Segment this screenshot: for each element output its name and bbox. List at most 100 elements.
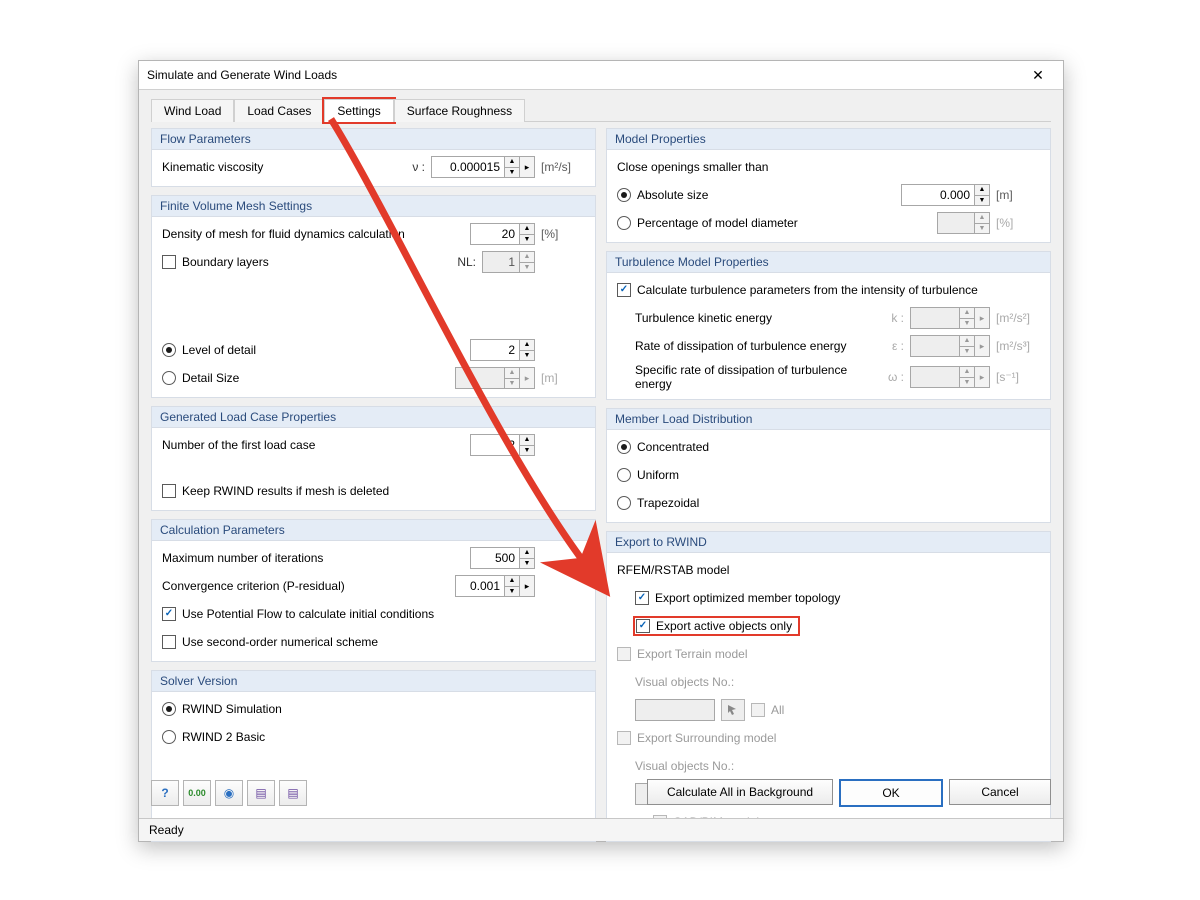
ok-button[interactable]: OK bbox=[839, 779, 943, 807]
spin-up-icon[interactable]: ▲ bbox=[520, 224, 534, 235]
units-icon: 0.00 bbox=[188, 788, 206, 798]
potential-flow-checkbox[interactable]: Use Potential Flow to calculate initial … bbox=[162, 607, 434, 621]
group-calculation-parameters: Calculation Parameters Maximum number of… bbox=[151, 519, 596, 662]
config-button-2[interactable]: ▤ bbox=[279, 780, 307, 806]
spin-up-icon[interactable]: ▲ bbox=[520, 435, 534, 446]
calc-turbulence-from-intensity-checkbox[interactable]: Calculate turbulence parameters from the… bbox=[617, 283, 978, 297]
solver-rwind-sim-label: RWIND Simulation bbox=[182, 702, 282, 716]
more-icon: ▸ bbox=[974, 367, 989, 387]
mesh-density-field[interactable] bbox=[471, 224, 519, 244]
solver-rwind-2-basic-radio[interactable]: RWIND 2 Basic bbox=[162, 730, 265, 744]
mld-uniform-radio[interactable]: Uniform bbox=[617, 468, 679, 482]
spin-up-icon[interactable]: ▲ bbox=[520, 548, 534, 559]
spin-down-icon[interactable]: ▼ bbox=[520, 235, 534, 245]
turb-eps-label: Rate of dissipation of turbulence energy bbox=[635, 339, 872, 353]
level-of-detail-field[interactable] bbox=[471, 340, 519, 360]
cancel-button[interactable]: Cancel bbox=[949, 779, 1051, 805]
kinematic-viscosity-input[interactable]: ▲▼ ▸ bbox=[431, 156, 535, 178]
tab-settings[interactable]: Settings bbox=[324, 99, 393, 122]
percentage-diameter-radio[interactable]: Percentage of model diameter bbox=[617, 216, 798, 230]
more-icon[interactable]: ▸ bbox=[519, 157, 534, 177]
k-unit: [m²/s²] bbox=[996, 311, 1040, 325]
spin-up-icon[interactable]: ▲ bbox=[975, 185, 989, 196]
group-header: Model Properties bbox=[607, 129, 1050, 150]
spin-down-icon[interactable]: ▼ bbox=[505, 587, 519, 597]
export-optimized-topology-checkbox[interactable]: Export optimized member topology bbox=[635, 591, 840, 605]
nl-field bbox=[483, 252, 519, 272]
export-active-objects-only-checkbox[interactable]: Export active objects only bbox=[635, 618, 798, 634]
spin-down-icon[interactable]: ▼ bbox=[505, 168, 519, 178]
level-of-detail-input[interactable]: ▲▼ bbox=[470, 339, 535, 361]
mld-concentrated-radio[interactable]: Concentrated bbox=[617, 440, 709, 454]
level-of-detail-radio[interactable]: Level of detail bbox=[162, 343, 256, 357]
more-icon[interactable]: ▸ bbox=[519, 576, 534, 596]
group-header: Solver Version bbox=[152, 671, 595, 692]
calc-turbulence-label: Calculate turbulence parameters from the… bbox=[637, 283, 978, 297]
export-surrounding-model-checkbox: Export Surrounding model bbox=[617, 731, 776, 745]
tab-surface-roughness[interactable]: Surface Roughness bbox=[394, 99, 525, 122]
spin-up-icon: ▲ bbox=[960, 336, 974, 347]
first-load-case-input[interactable]: ▲▼ bbox=[470, 434, 535, 456]
turb-omega-label: Specific rate of dissipation of turbulen… bbox=[635, 363, 873, 391]
spin-up-icon[interactable]: ▲ bbox=[505, 576, 519, 587]
boundary-layers-checkbox[interactable]: Boundary layers bbox=[162, 255, 269, 269]
config-button-1[interactable]: ▤ bbox=[247, 780, 275, 806]
close-icon[interactable]: ✕ bbox=[1021, 61, 1055, 89]
detail-size-radio[interactable]: Detail Size bbox=[162, 371, 239, 385]
tabstrip: Wind Load Load Cases Settings Surface Ro… bbox=[151, 98, 1051, 122]
spin-down-icon: ▼ bbox=[960, 347, 974, 357]
spin-up-icon[interactable]: ▲ bbox=[520, 340, 534, 351]
omega-unit: [s⁻¹] bbox=[996, 370, 1040, 384]
footer-buttons: Calculate All in Background OK Cancel bbox=[647, 779, 1051, 807]
spin-down-icon[interactable]: ▼ bbox=[975, 196, 989, 206]
tab-load-cases[interactable]: Load Cases bbox=[234, 99, 324, 122]
absolute-size-radio[interactable]: Absolute size bbox=[617, 188, 708, 202]
keep-rwind-results-checkbox[interactable]: Keep RWIND results if mesh is deleted bbox=[162, 484, 389, 498]
group-generated-load-case: Generated Load Case Properties Number of… bbox=[151, 406, 596, 511]
eps-symbol: ε : bbox=[878, 339, 904, 353]
status-bar: Ready bbox=[139, 818, 1063, 841]
spin-down-icon[interactable]: ▼ bbox=[520, 559, 534, 569]
radio-icon bbox=[162, 702, 176, 716]
rfem-rstab-model-label: RFEM/RSTAB model bbox=[617, 563, 729, 577]
units-button[interactable]: 0.00 bbox=[183, 780, 211, 806]
absolute-size-field[interactable] bbox=[902, 185, 974, 205]
tab-wind-load[interactable]: Wind Load bbox=[151, 99, 234, 122]
spin-down-icon: ▼ bbox=[960, 319, 974, 329]
view-button[interactable]: ◉ bbox=[215, 780, 243, 806]
max-iterations-field[interactable] bbox=[471, 548, 519, 568]
calculate-all-background-button[interactable]: Calculate All in Background bbox=[647, 779, 833, 805]
eps-unit: [m²/s³] bbox=[996, 339, 1040, 353]
mesh-density-input[interactable]: ▲▼ bbox=[470, 223, 535, 245]
mld-trapezoidal-radio[interactable]: Trapezoidal bbox=[617, 496, 699, 510]
group-turbulence-model: Turbulence Model Properties Calculate tu… bbox=[606, 251, 1051, 400]
spin-up-icon[interactable]: ▲ bbox=[505, 157, 519, 168]
detail-size-field bbox=[456, 368, 504, 388]
terrain-pick-button bbox=[721, 699, 745, 721]
mld-trapezoidal-label: Trapezoidal bbox=[637, 496, 699, 510]
max-iterations-input[interactable]: ▲▼ bbox=[470, 547, 535, 569]
solver-rwind-2-basic-label: RWIND 2 Basic bbox=[182, 730, 265, 744]
detail-size-input: ▲▼ ▸ bbox=[455, 367, 535, 389]
second-order-checkbox[interactable]: Use second-order numerical scheme bbox=[162, 635, 378, 649]
help-button[interactable]: ? bbox=[151, 780, 179, 806]
percentage-unit: [%] bbox=[996, 216, 1040, 230]
absolute-size-input[interactable]: ▲▼ bbox=[901, 184, 990, 206]
kinematic-viscosity-field[interactable] bbox=[432, 157, 504, 177]
solver-rwind-simulation-radio[interactable]: RWIND Simulation bbox=[162, 702, 282, 716]
radio-icon bbox=[162, 371, 176, 385]
spin-down-icon[interactable]: ▼ bbox=[520, 446, 534, 456]
group-header: Calculation Parameters bbox=[152, 520, 595, 541]
dialog-footer: ? 0.00 ◉ ▤ ▤ Calculate All in Background… bbox=[151, 779, 1051, 807]
convergence-field[interactable] bbox=[456, 576, 504, 596]
spin-down-icon[interactable]: ▼ bbox=[520, 351, 534, 361]
first-load-case-label: Number of the first load case bbox=[162, 438, 464, 452]
first-load-case-field[interactable] bbox=[471, 435, 519, 455]
group-solver-version: Solver Version RWIND Simulation RWIND 2 bbox=[151, 670, 596, 842]
surrounding-visual-objects-label: Visual objects No.: bbox=[635, 759, 1040, 773]
mesh-density-label: Density of mesh for fluid dynamics calcu… bbox=[162, 227, 464, 241]
convergence-input[interactable]: ▲▼ ▸ bbox=[455, 575, 535, 597]
turb-k-label: Turbulence kinetic energy bbox=[635, 311, 872, 325]
spin-down-icon: ▼ bbox=[960, 378, 974, 388]
boundary-layers-label: Boundary layers bbox=[182, 255, 269, 269]
